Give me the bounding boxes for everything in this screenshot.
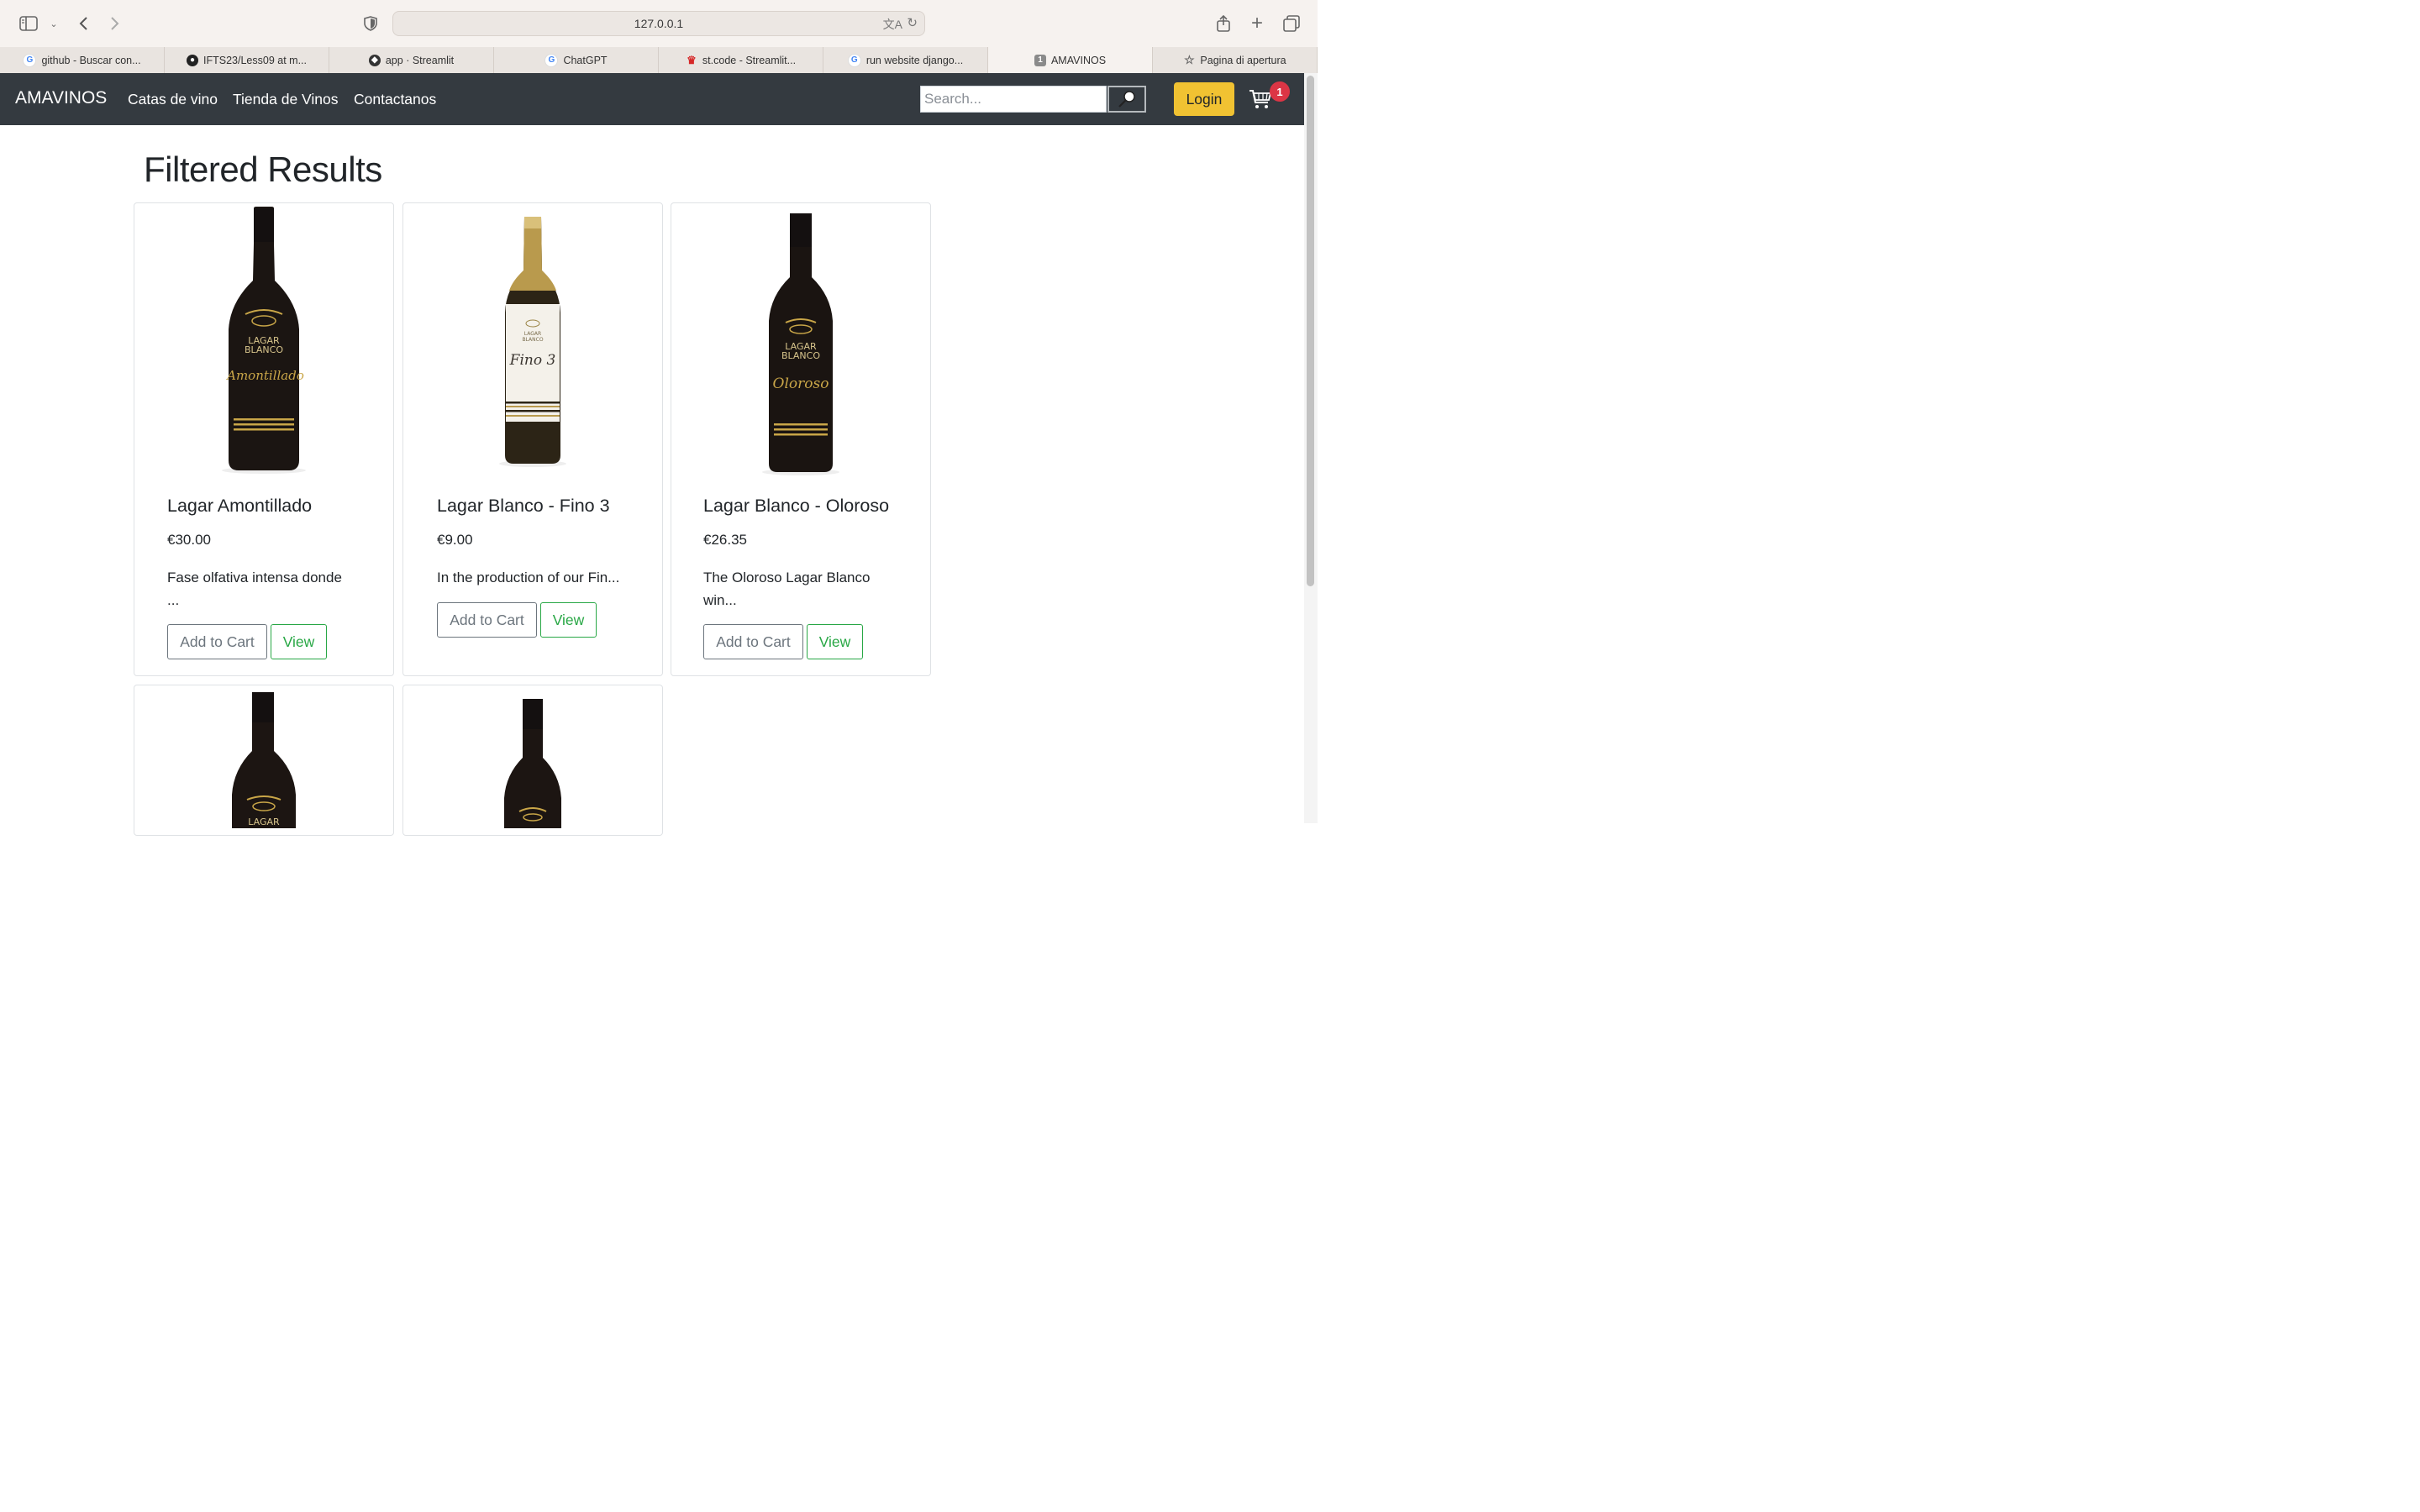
nav-link-contactanos[interactable]: Contactanos — [354, 91, 436, 108]
sidebar-toggle-icon[interactable] — [17, 12, 40, 35]
tab-label: github - Buscar con... — [41, 54, 141, 66]
chevron-down-icon[interactable]: ⌄ — [42, 12, 66, 35]
google-icon: G — [23, 53, 37, 67]
view-button[interactable]: View — [540, 602, 597, 638]
add-to-cart-button[interactable]: Add to Cart — [167, 624, 267, 659]
back-arrow-icon[interactable] — [71, 12, 95, 35]
description-line: In the production of our Fin... — [437, 570, 620, 585]
github-icon: ● — [187, 54, 199, 66]
product-description: The Oloroso Lagar Blanco win... — [703, 566, 905, 612]
search-button[interactable] — [1107, 86, 1146, 113]
browser-toolbar: ⌄ 127.0.0.1 文A ↻ + — [0, 0, 1318, 48]
brand-link[interactable]: AMAVINOS — [15, 88, 107, 108]
browser-tab[interactable]: ◆ app · Streamlit — [329, 47, 494, 73]
product-image[interactable]: LAGAR BLANCO Fino 3 — [403, 203, 662, 480]
browser-tab[interactable]: G run website django... — [823, 47, 988, 73]
tab-label: app · Streamlit — [385, 54, 455, 66]
page-title: Filtered Results — [144, 150, 382, 189]
search-icon — [1118, 91, 1135, 108]
google-icon: G — [847, 53, 861, 67]
description-line: ... — [167, 592, 180, 608]
label-text-lagar: LAGAR — [248, 816, 280, 827]
product-description: In the production of our Fin... — [437, 566, 639, 589]
label-text-lagar: LAGAR — [524, 331, 541, 337]
streamlit-icon: ◆ — [368, 54, 381, 66]
translate-icon[interactable]: 文A — [883, 16, 902, 33]
label-script: Amontillado — [225, 368, 304, 383]
google-icon: G — [544, 53, 559, 67]
product-name: Lagar Blanco - Oloroso — [703, 496, 890, 516]
cart-button[interactable] — [1249, 88, 1272, 110]
cart-count-badge: 1 — [1270, 81, 1290, 102]
product-image[interactable]: LAGAR — [134, 685, 393, 963]
url-text: 127.0.0.1 — [634, 17, 684, 30]
label-text-blanco: BLANCO — [245, 344, 283, 355]
tab-label: ChatGPT — [563, 54, 608, 66]
product-image[interactable] — [403, 685, 662, 963]
crown-icon: ♛ — [687, 53, 697, 66]
product-name: Lagar Blanco - Fino 3 — [437, 496, 610, 516]
product-price: €26.35 — [703, 532, 747, 548]
search-input[interactable]: Search... — [920, 86, 1107, 113]
product-name: Lagar Amontillado — [167, 496, 313, 516]
product-card — [402, 685, 663, 836]
tab-label: run website django... — [865, 54, 964, 66]
description-line: The Oloroso Lagar Blanco — [703, 570, 871, 585]
reload-icon[interactable]: ↻ — [907, 15, 918, 30]
star-icon: ☆ — [1184, 53, 1195, 66]
view-button[interactable]: View — [807, 624, 863, 659]
browser-tab[interactable]: G github - Buscar con... — [0, 47, 165, 73]
description-line: win... — [703, 592, 737, 608]
product-card: LAGAR BLANCO Oloroso Lagar Blanco - Olor… — [671, 202, 931, 676]
product-price: €30.00 — [167, 532, 211, 548]
new-tab-icon[interactable]: + — [1245, 12, 1269, 35]
label-text-blanco: BLANCO — [522, 337, 543, 343]
scrollbar-thumb[interactable] — [1307, 76, 1314, 586]
browser-tab[interactable]: G ChatGPT — [494, 47, 659, 73]
add-to-cart-button[interactable]: Add to Cart — [437, 602, 537, 638]
product-image[interactable]: LAGAR BLANCO Oloroso — [671, 203, 930, 480]
tab-label: IFTS23/Less09 at m... — [203, 54, 307, 66]
tab-label: Pagina di apertura — [1200, 54, 1286, 66]
tab-label: st.code - Streamlit... — [702, 54, 797, 66]
cart-icon — [1249, 90, 1272, 108]
product-card: LAGAR — [134, 685, 394, 836]
add-to-cart-button[interactable]: Add to Cart — [703, 624, 803, 659]
login-button[interactable]: Login — [1174, 82, 1234, 116]
forward-arrow-icon[interactable] — [103, 12, 127, 35]
browser-tab[interactable]: ♛ st.code - Streamlit... — [659, 47, 823, 73]
tab-number-icon: 1 — [1034, 54, 1046, 66]
label-text-blanco: BLANCO — [781, 350, 820, 361]
address-bar[interactable]: 127.0.0.1 文A ↻ — [392, 11, 925, 36]
product-image[interactable]: LAGAR BLANCO Amontillado — [134, 203, 393, 480]
site-navbar: AMAVINOS Catas de vino Tienda de Vinos C… — [0, 73, 1304, 125]
shield-icon[interactable] — [359, 12, 382, 35]
product-price: €9.00 — [437, 532, 473, 548]
product-card: LAGAR BLANCO Fino 3 Lagar Blanco - Fino … — [402, 202, 663, 676]
browser-tab[interactable]: ● IFTS23/Less09 at m... — [165, 47, 329, 73]
tab-bar: G github - Buscar con... ● IFTS23/Less09… — [0, 47, 1318, 74]
tab-label: AMAVINOS — [1050, 54, 1107, 66]
label-script: Fino 3 — [509, 352, 556, 369]
tab-overview-icon[interactable] — [1280, 12, 1303, 35]
share-icon[interactable] — [1212, 12, 1235, 35]
nav-link-catas[interactable]: Catas de vino — [128, 91, 218, 108]
product-description: Fase olfativa intensa donde ... — [167, 566, 369, 612]
product-card: LAGAR BLANCO Amontillado Lagar Amontilla… — [134, 202, 394, 676]
browser-tab-active[interactable]: 1 AMAVINOS — [988, 47, 1153, 73]
nav-link-tienda[interactable]: Tienda de Vinos — [233, 91, 339, 108]
view-button[interactable]: View — [271, 624, 327, 659]
description-line: Fase olfativa intensa donde — [167, 570, 342, 585]
label-script: Oloroso — [773, 375, 829, 392]
browser-tab[interactable]: ☆ Pagina di apertura — [1153, 47, 1318, 73]
